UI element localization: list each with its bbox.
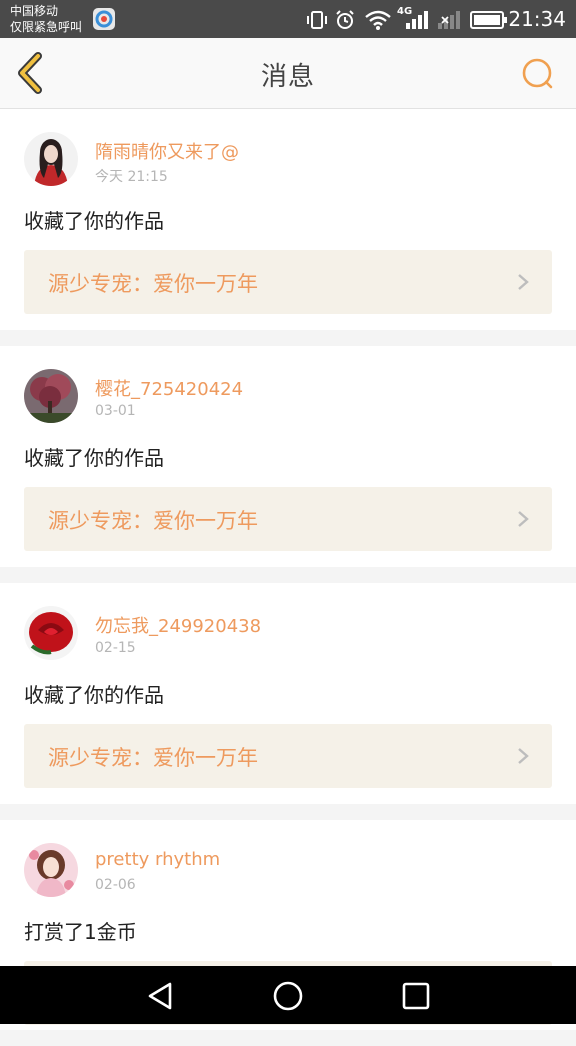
avatar[interactable] [24,369,78,423]
avatar[interactable] [24,606,78,660]
app-badge-icon [93,8,115,30]
action-text: 打赏了1金币 [24,920,137,944]
username[interactable]: 勿忘我_249920438 [95,612,261,638]
no-signal-icon [436,9,462,35]
back-triangle-icon [148,982,172,1010]
timestamp: 02-06 [95,877,136,893]
avatar[interactable] [24,132,78,186]
username[interactable]: pretty rhythm [95,849,220,870]
alarm-icon [334,9,356,35]
timestamp: 03-01 [95,403,136,419]
chevron-right-icon [518,511,529,527]
work-link[interactable]: 源少专宠：爱你一万年 [24,250,552,314]
nav-recents-button[interactable] [398,978,434,1014]
action-text: 收藏了你的作品 [24,209,164,233]
nav-back-button[interactable] [142,978,178,1014]
clock: 21:34 [508,7,566,31]
username[interactable]: 隋雨晴你又来了@ [95,138,239,164]
action-text: 收藏了你的作品 [24,683,164,707]
action-text: 收藏了你的作品 [24,446,164,470]
work-title: 源少专宠：爱你一万年 [48,272,258,296]
work-link[interactable]: 源少专宠：爱你一万年 [24,724,552,788]
home-circle-icon [273,981,303,1011]
status-bar: 中国移动 仅限紧急呼叫 4G 21:34 [0,0,576,38]
search-icon [522,58,553,89]
battery-icon [470,10,508,34]
nav-home-button[interactable] [270,978,306,1014]
signal-icon [404,9,430,35]
chevron-right-icon [518,274,529,290]
carrier-line1: 中国移动 [10,4,59,18]
header-bar: 消息 [0,38,576,109]
message-card: 樱花_725420424 03-01 收藏了你的作品 源少专宠：爱你一万年 [0,346,576,567]
work-title: 源少专宠：爱你一万年 [48,746,258,770]
work-title: 源少专宠：爱你一万年 [48,509,258,533]
wifi-icon [364,9,392,35]
message-card: 勿忘我_249920438 02-15 收藏了你的作品 源少专宠：爱你一万年 [0,583,576,804]
timestamp: 今天 21:15 [95,169,168,185]
page-title: 消息 [260,62,315,92]
chevron-right-icon [518,748,529,764]
system-nav-bar [0,966,576,1024]
recents-square-icon [402,982,430,1010]
message-card: 隋雨晴你又来了@ 今天 21:15 收藏了你的作品 源少专宠：爱你一万年 [0,109,576,330]
work-link[interactable]: 源少专宠：爱你一万年 [24,487,552,551]
carrier-line2: 仅限紧急呼叫 [10,20,83,34]
carrier-info: 中国移动 仅限紧急呼叫 [10,3,82,35]
timestamp: 02-15 [95,640,136,656]
vibrate-icon [306,9,328,35]
message-list: 隋雨晴你又来了@ 今天 21:15 收藏了你的作品 源少专宠：爱你一万年 樱花_… [0,109,576,1046]
avatar[interactable] [24,843,78,897]
search-button[interactable] [520,57,556,93]
username[interactable]: 樱花_725420424 [95,375,243,401]
